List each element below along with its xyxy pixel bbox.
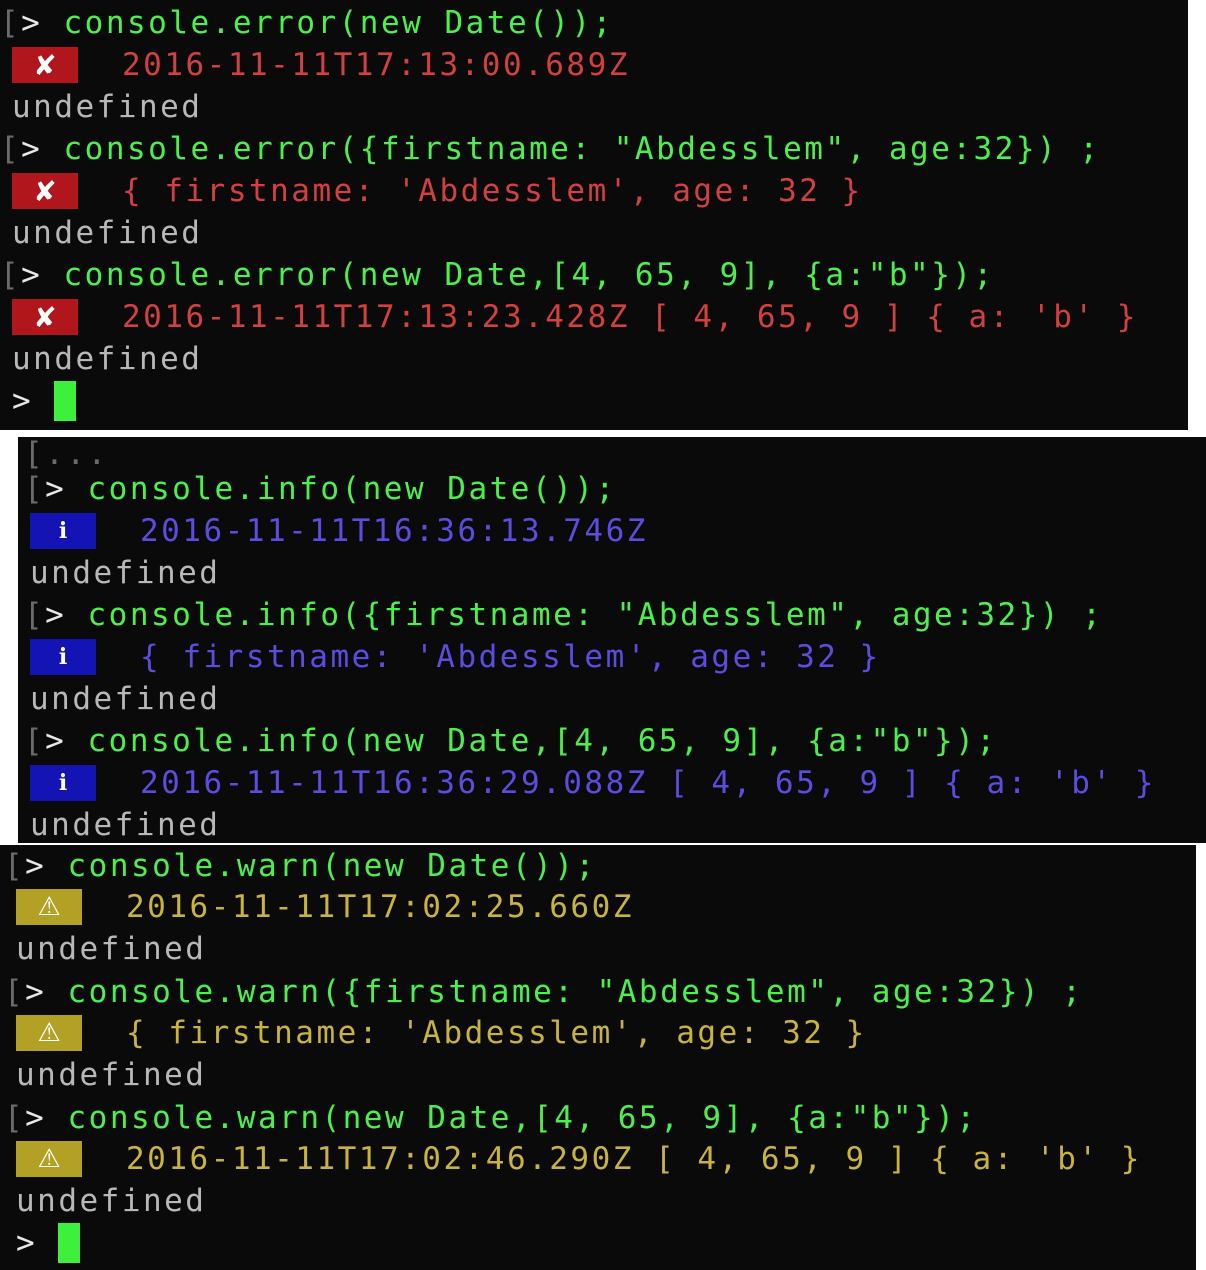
input-prompt[interactable]: > (12, 380, 77, 422)
output-text: { firstname: 'Abdesslem', age: 32 } (126, 1015, 867, 1051)
result-text: undefined (12, 215, 203, 251)
cursor (58, 1222, 81, 1263)
command-line: [> console.error({firstname: "Abdesslem"… (0, 131, 1101, 167)
command-text: console.info({firstname: "Abdesslem", ag… (87, 597, 1104, 633)
command-text: console.error({firstname: "Abdesslem", a… (63, 131, 1101, 167)
cross-icon: ✘ (12, 299, 78, 335)
output-text: { firstname: 'Abdesslem', age: 32 } (122, 173, 863, 209)
info-icon: i (30, 639, 96, 675)
command-text: console.error(new Date,[4, 65, 9], {a:"b… (63, 257, 995, 293)
info-icon: i (30, 513, 96, 549)
command-line: [> console.warn({firstname: "Abdesslem",… (4, 974, 1084, 1010)
output-text: 2016-11-11T16:36:13.746Z (140, 513, 648, 549)
result-text: undefined (12, 89, 203, 125)
command-text: console.info(new Date()); (87, 471, 617, 507)
warn-console-panel: [> console.warn(new Date()); ⚠ 2016-11-1… (0, 845, 1196, 1270)
command-text: console.info(new Date,[4, 65, 9], {a:"b"… (87, 723, 998, 759)
output-text: 2016-11-11T17:02:46.290Z [ 4, 65, 9 ] { … (126, 1141, 1142, 1177)
command-line: [> console.warn(new Date()); (4, 848, 597, 884)
result-text: undefined (16, 1057, 207, 1093)
cursor (54, 380, 77, 421)
command-text: console.warn({firstname: "Abdesslem", ag… (67, 974, 1084, 1010)
command-line: [> console.info(new Date()); (24, 471, 617, 507)
output-text: 2016-11-11T16:36:29.088Z [ 4, 65, 9 ] { … (140, 765, 1156, 801)
output-text: 2016-11-11T17:13:00.689Z (122, 47, 630, 83)
info-console-panel: [... [> console.info(new Date()); i 2016… (18, 437, 1206, 843)
warning-icon: ⚠ (16, 1015, 82, 1051)
error-console-panel: [> console.error(new Date()); ✘ 2016-11-… (0, 0, 1188, 430)
cross-icon: ✘ (12, 47, 78, 83)
command-line: [> console.warn(new Date,[4, 65, 9], {a:… (4, 1100, 978, 1136)
cross-icon: ✘ (12, 173, 78, 209)
result-text: undefined (12, 341, 203, 377)
command-line: [> console.error(new Date()); (0, 5, 614, 41)
output-text: 2016-11-11T17:02:25.660Z (126, 889, 634, 925)
command-line: [> console.info(new Date,[4, 65, 9], {a:… (24, 723, 998, 759)
command-line: [> console.info({firstname: "Abdesslem",… (24, 597, 1104, 633)
result-text: undefined (30, 681, 221, 717)
result-text: undefined (16, 1183, 207, 1219)
input-prompt[interactable]: > (16, 1222, 81, 1264)
warning-icon: ⚠ (16, 889, 82, 925)
info-icon: i (30, 765, 96, 801)
command-text: console.error(new Date()); (63, 5, 614, 41)
command-text: console.warn(new Date,[4, 65, 9], {a:"b"… (67, 1100, 978, 1136)
warning-icon: ⚠ (16, 1141, 82, 1177)
output-text: 2016-11-11T17:13:23.428Z [ 4, 65, 9 ] { … (122, 299, 1138, 335)
result-text: undefined (30, 807, 221, 843)
result-text: undefined (30, 555, 221, 591)
command-line: [> console.error(new Date,[4, 65, 9], {a… (0, 257, 995, 293)
output-text: { firstname: 'Abdesslem', age: 32 } (140, 639, 881, 675)
command-text: console.warn(new Date()); (67, 848, 597, 884)
result-text: undefined (16, 931, 207, 967)
